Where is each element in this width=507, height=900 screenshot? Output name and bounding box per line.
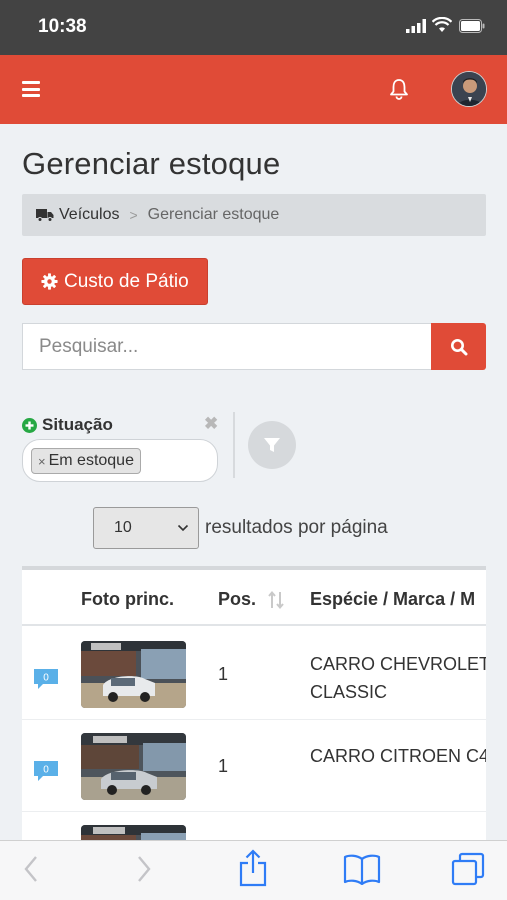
tag-remove-icon[interactable]: × xyxy=(38,454,46,469)
page-title: Gerenciar estoque xyxy=(22,146,281,181)
back-icon[interactable] xyxy=(22,853,40,885)
row-description: CARRO CHEVROLET CLASSIC xyxy=(310,650,486,706)
custo-patio-button[interactable]: Custo de Pátio xyxy=(22,258,208,305)
comment-count: 0 xyxy=(43,673,49,684)
column-foto: Foto princ. xyxy=(81,589,174,609)
search-icon xyxy=(450,338,467,355)
tabs-icon[interactable] xyxy=(450,851,486,887)
comment-count: 0 xyxy=(43,765,49,776)
row-description: CARRO CITROEN C4 xyxy=(310,742,486,770)
column-pos-label: Pos. xyxy=(218,589,257,609)
battery-icon xyxy=(459,19,485,33)
row-description-line: CLASSIC xyxy=(310,682,388,702)
breadcrumb-link-veiculos[interactable]: Veículos xyxy=(36,206,119,224)
table-row[interactable]: 0 1 CARRO CITROEN C4 xyxy=(22,720,486,812)
hamburger-icon[interactable] xyxy=(22,81,40,97)
app-header xyxy=(0,55,507,124)
funnel-icon xyxy=(264,438,280,452)
status-time: 10:38 xyxy=(38,16,87,37)
breadcrumb-separator: > xyxy=(129,207,138,223)
row-description-line: CARRO CITROEN C4 xyxy=(310,746,486,766)
column-pos[interactable]: Pos. xyxy=(218,589,285,610)
filter-situacao-label: Situação xyxy=(22,415,113,435)
avatar[interactable] xyxy=(451,71,487,107)
custo-patio-label: Custo de Pátio xyxy=(64,270,189,292)
plus-circle-icon[interactable] xyxy=(22,417,37,433)
filter-tag: × Em estoque xyxy=(31,448,141,474)
truck-icon xyxy=(36,209,54,222)
filter-tag-label: Em estoque xyxy=(48,452,134,469)
table-header: Foto princ. Pos. Espécie / Marca / M xyxy=(22,570,486,626)
vehicle-photo[interactable] xyxy=(81,641,186,708)
wifi-icon xyxy=(432,17,452,32)
breadcrumb-label: Veículos xyxy=(59,206,120,223)
status-bar: 10:38 xyxy=(0,0,507,55)
row-pos: 1 xyxy=(218,756,229,776)
table-row[interactable]: 0 1 CARRO CHEVROLET CLASSIC xyxy=(22,628,486,720)
gear-icon xyxy=(41,273,58,290)
breadcrumb-current: Gerenciar estoque xyxy=(147,206,280,223)
bell-icon[interactable] xyxy=(388,78,410,100)
forward-icon[interactable] xyxy=(135,853,153,885)
page-size-value: 10 xyxy=(114,519,132,536)
search-input[interactable] xyxy=(22,323,432,370)
signal-icon xyxy=(406,19,426,33)
row-description-line: CARRO CHEVROLET xyxy=(310,654,486,674)
apply-filter-button[interactable] xyxy=(248,421,296,469)
search-bar xyxy=(22,323,486,370)
sort-icon[interactable] xyxy=(267,590,285,610)
search-button[interactable] xyxy=(431,323,486,370)
filter-situacao-text: Situação xyxy=(42,415,113,434)
column-especie[interactable]: Espécie / Marca / M xyxy=(310,589,475,610)
browser-toolbar xyxy=(0,840,507,900)
filter-divider xyxy=(233,412,235,478)
filter-situacao-select[interactable]: × Em estoque xyxy=(22,439,218,482)
vehicle-photo[interactable] xyxy=(81,733,186,800)
page-size-label: resultados por página xyxy=(205,517,388,538)
chevron-down-icon xyxy=(177,524,189,532)
page-size-select[interactable]: 10 xyxy=(93,507,199,549)
comment-count-icon[interactable]: 0 xyxy=(33,760,59,782)
vehicles-table: Foto princ. Pos. Espécie / Marca / M 0 1 xyxy=(22,566,486,856)
breadcrumb: Veículos > Gerenciar estoque xyxy=(22,194,486,236)
bookmarks-icon[interactable] xyxy=(343,853,381,885)
row-pos: 1 xyxy=(218,664,229,684)
filter-remove-icon[interactable]: ✖ xyxy=(204,414,218,434)
comment-count-icon[interactable]: 0 xyxy=(33,668,59,690)
share-icon[interactable] xyxy=(238,849,268,887)
